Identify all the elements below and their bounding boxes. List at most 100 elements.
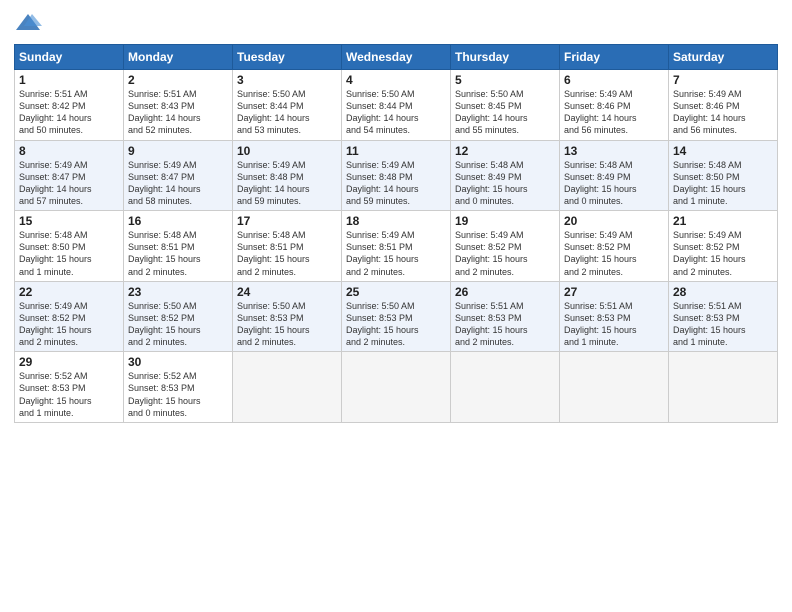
day-number: 19	[455, 214, 555, 228]
calendar-cell: 16Sunrise: 5:48 AM Sunset: 8:51 PM Dayli…	[124, 211, 233, 282]
day-number: 24	[237, 285, 337, 299]
calendar-header-saturday: Saturday	[669, 45, 778, 70]
day-number: 2	[128, 73, 228, 87]
calendar-cell: 7Sunrise: 5:49 AM Sunset: 8:46 PM Daylig…	[669, 70, 778, 141]
day-number: 7	[673, 73, 773, 87]
day-number: 22	[19, 285, 119, 299]
day-info: Sunrise: 5:50 AM Sunset: 8:44 PM Dayligh…	[346, 88, 446, 137]
day-info: Sunrise: 5:52 AM Sunset: 8:53 PM Dayligh…	[19, 370, 119, 419]
day-info: Sunrise: 5:49 AM Sunset: 8:47 PM Dayligh…	[128, 159, 228, 208]
day-info: Sunrise: 5:48 AM Sunset: 8:49 PM Dayligh…	[564, 159, 664, 208]
day-info: Sunrise: 5:48 AM Sunset: 8:50 PM Dayligh…	[19, 229, 119, 278]
day-info: Sunrise: 5:51 AM Sunset: 8:53 PM Dayligh…	[673, 300, 773, 349]
calendar-cell: 30Sunrise: 5:52 AM Sunset: 8:53 PM Dayli…	[124, 352, 233, 423]
day-info: Sunrise: 5:49 AM Sunset: 8:52 PM Dayligh…	[455, 229, 555, 278]
day-number: 5	[455, 73, 555, 87]
calendar-header-monday: Monday	[124, 45, 233, 70]
calendar-cell: 19Sunrise: 5:49 AM Sunset: 8:52 PM Dayli…	[451, 211, 560, 282]
calendar-cell: 29Sunrise: 5:52 AM Sunset: 8:53 PM Dayli…	[15, 352, 124, 423]
calendar-cell: 9Sunrise: 5:49 AM Sunset: 8:47 PM Daylig…	[124, 140, 233, 211]
day-info: Sunrise: 5:49 AM Sunset: 8:46 PM Dayligh…	[673, 88, 773, 137]
day-info: Sunrise: 5:50 AM Sunset: 8:44 PM Dayligh…	[237, 88, 337, 137]
calendar-cell: 18Sunrise: 5:49 AM Sunset: 8:51 PM Dayli…	[342, 211, 451, 282]
calendar-cell	[233, 352, 342, 423]
calendar-header-friday: Friday	[560, 45, 669, 70]
calendar-cell: 6Sunrise: 5:49 AM Sunset: 8:46 PM Daylig…	[560, 70, 669, 141]
calendar-cell: 25Sunrise: 5:50 AM Sunset: 8:53 PM Dayli…	[342, 281, 451, 352]
day-info: Sunrise: 5:49 AM Sunset: 8:52 PM Dayligh…	[564, 229, 664, 278]
calendar-cell	[342, 352, 451, 423]
day-number: 27	[564, 285, 664, 299]
day-number: 25	[346, 285, 446, 299]
day-info: Sunrise: 5:51 AM Sunset: 8:42 PM Dayligh…	[19, 88, 119, 137]
day-number: 23	[128, 285, 228, 299]
day-info: Sunrise: 5:48 AM Sunset: 8:51 PM Dayligh…	[128, 229, 228, 278]
day-info: Sunrise: 5:49 AM Sunset: 8:52 PM Dayligh…	[19, 300, 119, 349]
calendar-cell: 3Sunrise: 5:50 AM Sunset: 8:44 PM Daylig…	[233, 70, 342, 141]
calendar-cell: 15Sunrise: 5:48 AM Sunset: 8:50 PM Dayli…	[15, 211, 124, 282]
calendar-cell: 13Sunrise: 5:48 AM Sunset: 8:49 PM Dayli…	[560, 140, 669, 211]
calendar-cell	[669, 352, 778, 423]
day-number: 26	[455, 285, 555, 299]
calendar-cell: 11Sunrise: 5:49 AM Sunset: 8:48 PM Dayli…	[342, 140, 451, 211]
day-number: 3	[237, 73, 337, 87]
day-number: 14	[673, 144, 773, 158]
day-info: Sunrise: 5:48 AM Sunset: 8:49 PM Dayligh…	[455, 159, 555, 208]
calendar-cell: 2Sunrise: 5:51 AM Sunset: 8:43 PM Daylig…	[124, 70, 233, 141]
page: SundayMondayTuesdayWednesdayThursdayFrid…	[0, 0, 792, 612]
calendar-cell: 23Sunrise: 5:50 AM Sunset: 8:52 PM Dayli…	[124, 281, 233, 352]
day-number: 20	[564, 214, 664, 228]
calendar-cell	[560, 352, 669, 423]
day-info: Sunrise: 5:49 AM Sunset: 8:48 PM Dayligh…	[237, 159, 337, 208]
day-info: Sunrise: 5:51 AM Sunset: 8:43 PM Dayligh…	[128, 88, 228, 137]
calendar-cell: 12Sunrise: 5:48 AM Sunset: 8:49 PM Dayli…	[451, 140, 560, 211]
calendar-cell: 22Sunrise: 5:49 AM Sunset: 8:52 PM Dayli…	[15, 281, 124, 352]
calendar-cell: 20Sunrise: 5:49 AM Sunset: 8:52 PM Dayli…	[560, 211, 669, 282]
day-info: Sunrise: 5:49 AM Sunset: 8:46 PM Dayligh…	[564, 88, 664, 137]
day-number: 12	[455, 144, 555, 158]
day-number: 30	[128, 355, 228, 369]
calendar-cell: 28Sunrise: 5:51 AM Sunset: 8:53 PM Dayli…	[669, 281, 778, 352]
day-info: Sunrise: 5:50 AM Sunset: 8:45 PM Dayligh…	[455, 88, 555, 137]
day-number: 10	[237, 144, 337, 158]
day-number: 17	[237, 214, 337, 228]
day-info: Sunrise: 5:48 AM Sunset: 8:51 PM Dayligh…	[237, 229, 337, 278]
day-number: 11	[346, 144, 446, 158]
day-info: Sunrise: 5:49 AM Sunset: 8:48 PM Dayligh…	[346, 159, 446, 208]
calendar-week-row: 29Sunrise: 5:52 AM Sunset: 8:53 PM Dayli…	[15, 352, 778, 423]
calendar-cell: 1Sunrise: 5:51 AM Sunset: 8:42 PM Daylig…	[15, 70, 124, 141]
day-info: Sunrise: 5:52 AM Sunset: 8:53 PM Dayligh…	[128, 370, 228, 419]
day-number: 6	[564, 73, 664, 87]
day-info: Sunrise: 5:49 AM Sunset: 8:52 PM Dayligh…	[673, 229, 773, 278]
calendar-cell: 17Sunrise: 5:48 AM Sunset: 8:51 PM Dayli…	[233, 211, 342, 282]
day-number: 13	[564, 144, 664, 158]
day-number: 1	[19, 73, 119, 87]
calendar-cell: 5Sunrise: 5:50 AM Sunset: 8:45 PM Daylig…	[451, 70, 560, 141]
day-number: 8	[19, 144, 119, 158]
day-number: 4	[346, 73, 446, 87]
calendar-cell: 14Sunrise: 5:48 AM Sunset: 8:50 PM Dayli…	[669, 140, 778, 211]
calendar-header-wednesday: Wednesday	[342, 45, 451, 70]
logo-icon	[14, 10, 42, 38]
calendar-cell: 10Sunrise: 5:49 AM Sunset: 8:48 PM Dayli…	[233, 140, 342, 211]
logo	[14, 10, 46, 38]
day-info: Sunrise: 5:48 AM Sunset: 8:50 PM Dayligh…	[673, 159, 773, 208]
day-number: 28	[673, 285, 773, 299]
calendar-week-row: 22Sunrise: 5:49 AM Sunset: 8:52 PM Dayli…	[15, 281, 778, 352]
calendar-cell: 21Sunrise: 5:49 AM Sunset: 8:52 PM Dayli…	[669, 211, 778, 282]
calendar-cell: 4Sunrise: 5:50 AM Sunset: 8:44 PM Daylig…	[342, 70, 451, 141]
calendar-header-row: SundayMondayTuesdayWednesdayThursdayFrid…	[15, 45, 778, 70]
day-info: Sunrise: 5:49 AM Sunset: 8:47 PM Dayligh…	[19, 159, 119, 208]
day-number: 29	[19, 355, 119, 369]
day-info: Sunrise: 5:50 AM Sunset: 8:53 PM Dayligh…	[237, 300, 337, 349]
calendar-cell: 8Sunrise: 5:49 AM Sunset: 8:47 PM Daylig…	[15, 140, 124, 211]
calendar-cell: 27Sunrise: 5:51 AM Sunset: 8:53 PM Dayli…	[560, 281, 669, 352]
calendar-week-row: 1Sunrise: 5:51 AM Sunset: 8:42 PM Daylig…	[15, 70, 778, 141]
calendar-week-row: 8Sunrise: 5:49 AM Sunset: 8:47 PM Daylig…	[15, 140, 778, 211]
calendar-cell: 24Sunrise: 5:50 AM Sunset: 8:53 PM Dayli…	[233, 281, 342, 352]
calendar-header-sunday: Sunday	[15, 45, 124, 70]
calendar-header-thursday: Thursday	[451, 45, 560, 70]
calendar-week-row: 15Sunrise: 5:48 AM Sunset: 8:50 PM Dayli…	[15, 211, 778, 282]
day-number: 18	[346, 214, 446, 228]
day-number: 16	[128, 214, 228, 228]
